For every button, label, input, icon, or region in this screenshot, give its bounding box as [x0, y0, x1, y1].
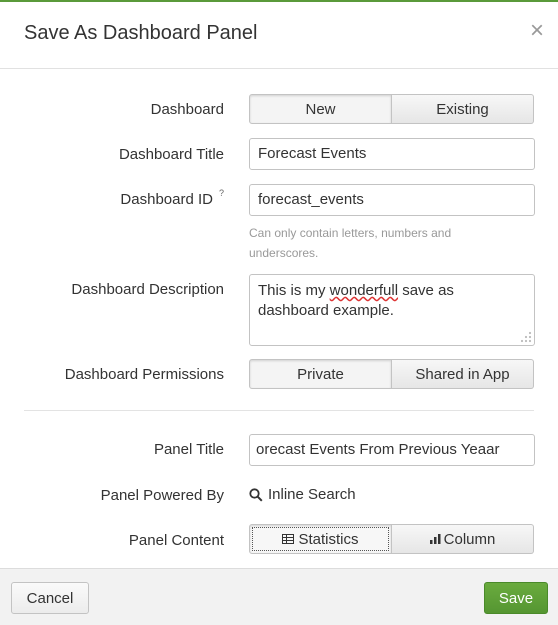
- bar-chart-icon: [429, 534, 441, 544]
- help-icon[interactable]: ?: [219, 188, 224, 198]
- permission-private-button[interactable]: Private: [249, 359, 392, 389]
- table-icon: [282, 534, 295, 544]
- dialog-footer: Cancel Save: [0, 568, 558, 625]
- dashboard-id-input[interactable]: forecast_events: [249, 184, 535, 216]
- panel-content-label: Panel Content: [128, 532, 224, 549]
- section-divider: [24, 410, 534, 411]
- resize-grip-icon[interactable]: [520, 331, 532, 343]
- dashboard-permissions-label: Dashboard Permissions: [64, 366, 224, 383]
- powered-by-text: Inline Search: [268, 486, 356, 503]
- dashboard-existing-button[interactable]: Existing: [392, 94, 534, 124]
- dashboard-toggle: New Existing: [249, 94, 534, 124]
- dashboard-title-label: Dashboard Title: [118, 146, 224, 163]
- description-misspelled-word: wonderfull: [329, 282, 399, 299]
- column-label: Column: [443, 530, 496, 548]
- dashboard-id-label: Dashboard ID?: [120, 188, 224, 208]
- cancel-button[interactable]: Cancel: [11, 582, 89, 614]
- search-icon: [249, 487, 263, 502]
- dialog-header: Save As Dashboard Panel ×: [0, 2, 558, 69]
- powered-by-value: Inline Search: [249, 486, 356, 503]
- close-icon[interactable]: ×: [530, 19, 544, 43]
- dashboard-description-label: Dashboard Description: [71, 281, 224, 298]
- statistics-label: Statistics: [298, 530, 359, 548]
- permission-shared-button[interactable]: Shared in App: [392, 359, 534, 389]
- dashboard-description-textarea[interactable]: This is my wonderfull save as dashboard …: [249, 274, 535, 346]
- dashboard-id-label-text: Dashboard ID: [120, 191, 213, 208]
- column-button[interactable]: Column: [392, 524, 534, 554]
- panel-content-toggle: Statistics Column: [249, 524, 534, 554]
- dashboard-title-input[interactable]: Forecast Events: [249, 138, 535, 170]
- panel-title-input[interactable]: orecast Events From Previous Yeaar: [249, 434, 535, 466]
- dialog-title: Save As Dashboard Panel: [24, 22, 258, 44]
- statistics-button[interactable]: Statistics: [249, 524, 392, 554]
- description-text-start: This is my: [258, 282, 330, 299]
- dashboard-label: Dashboard: [150, 101, 224, 118]
- panel-title-label: Panel Title: [153, 441, 224, 458]
- save-as-dashboard-dialog: Save As Dashboard Panel × Dashboard New …: [0, 2, 558, 625]
- permissions-toggle: Private Shared in App: [249, 359, 534, 389]
- panel-powered-by-label: Panel Powered By: [100, 487, 224, 504]
- dashboard-new-button[interactable]: New: [249, 94, 392, 124]
- dashboard-id-help-text: Can only contain letters, numbers and un…: [249, 226, 452, 260]
- save-button[interactable]: Save: [484, 582, 548, 614]
